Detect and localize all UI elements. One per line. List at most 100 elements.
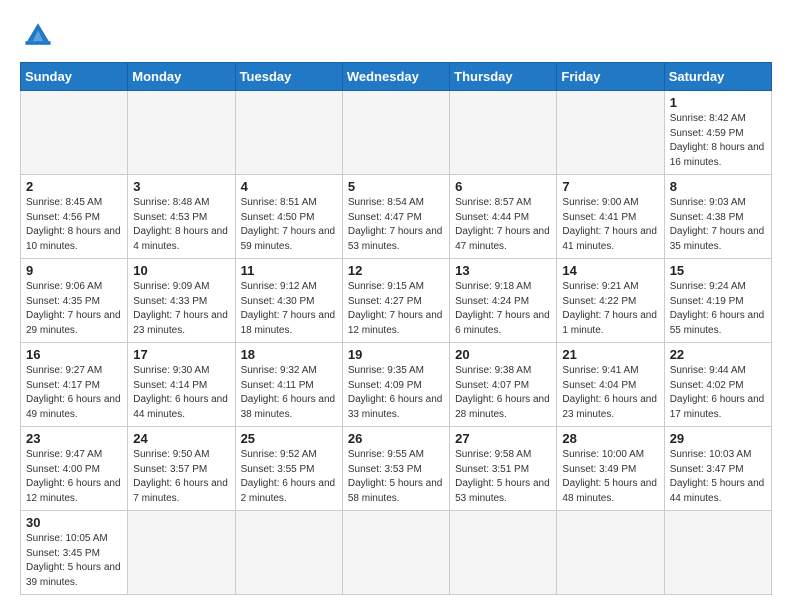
calendar-day-cell <box>235 91 342 175</box>
calendar-day-cell <box>450 511 557 595</box>
calendar-day-cell: 27 Sunrise: 9:58 AM Sunset: 3:51 PM Dayli… <box>450 427 557 511</box>
calendar-day-cell: 30 Sunrise: 10:05 AM Sunset: 3:45 PM Dayl… <box>21 511 128 595</box>
calendar-day-cell: 4 Sunrise: 8:51 AM Sunset: 4:50 PM Daylig… <box>235 175 342 259</box>
calendar-day-cell: 16Sunrise: 9:27 AM Sunset: 4:17 PM Dayli… <box>21 343 128 427</box>
day-info: Sunrise: 9:09 AM Sunset: 4:33 PM Dayligh… <box>133 280 229 338</box>
calendar-day-cell <box>664 511 771 595</box>
day-number: 6 <box>455 179 551 194</box>
calendar-day-cell: 10 Sunrise: 9:09 AM Sunset: 4:33 PM Dayli… <box>128 259 235 343</box>
calendar-day-cell: 14 Sunrise: 9:21 AM Sunset: 4:22 PM Dayli… <box>557 259 664 343</box>
calendar-week-row: 2 Sunrise: 8:45 AM Sunset: 4:56 PM Daylig… <box>21 175 772 259</box>
calendar-day-cell <box>557 91 664 175</box>
day-number: 29 <box>670 431 766 446</box>
calendar-day-cell <box>21 91 128 175</box>
day-number: 4 <box>241 179 337 194</box>
calendar-day-cell <box>235 511 342 595</box>
day-info: Sunrise: 9:21 AM Sunset: 4:22 PM Dayligh… <box>562 280 658 338</box>
calendar-day-cell <box>450 91 557 175</box>
calendar-day-cell: 5 Sunrise: 8:54 AM Sunset: 4:47 PM Daylig… <box>342 175 449 259</box>
day-number: 30 <box>26 515 122 530</box>
header <box>20 16 772 52</box>
calendar-day-cell: 26Sunrise: 9:55 AM Sunset: 3:53 PM Dayli… <box>342 427 449 511</box>
day-info: Sunrise: 9:52 AM Sunset: 3:55 PM Dayligh… <box>241 448 337 506</box>
calendar-day-cell: 21 Sunrise: 9:41 AM Sunset: 4:04 PM Dayli… <box>557 343 664 427</box>
day-number: 15 <box>670 263 766 278</box>
calendar-day-header: Tuesday <box>235 63 342 91</box>
calendar-day-cell <box>342 511 449 595</box>
calendar-day-cell: 9 Sunrise: 9:06 AM Sunset: 4:35 PM Daylig… <box>21 259 128 343</box>
calendar-table: SundayMondayTuesdayWednesdayThursdayFrid… <box>20 62 772 595</box>
calendar-day-cell: 22 Sunrise: 9:44 AM Sunset: 4:02 PM Dayli… <box>664 343 771 427</box>
day-info: Sunrise: 9:03 AM Sunset: 4:38 PM Dayligh… <box>670 196 766 254</box>
day-info: Sunrise: 9:32 AM Sunset: 4:11 PM Dayligh… <box>241 364 337 422</box>
logo-icon <box>20 16 56 52</box>
day-info: Sunrise: 8:57 AM Sunset: 4:44 PM Dayligh… <box>455 196 551 254</box>
day-number: 27 <box>455 431 551 446</box>
day-number: 9 <box>26 263 122 278</box>
day-info: Sunrise: 9:41 AM Sunset: 4:04 PM Dayligh… <box>562 364 658 422</box>
day-number: 25 <box>241 431 337 446</box>
calendar-day-cell: 12Sunrise: 9:15 AM Sunset: 4:27 PM Dayli… <box>342 259 449 343</box>
day-number: 7 <box>562 179 658 194</box>
day-number: 26 <box>348 431 444 446</box>
day-info: Sunrise: 9:12 AM Sunset: 4:30 PM Dayligh… <box>241 280 337 338</box>
page: SundayMondayTuesdayWednesdayThursdayFrid… <box>0 0 792 611</box>
day-number: 17 <box>133 347 229 362</box>
day-number: 24 <box>133 431 229 446</box>
calendar-week-row: 30 Sunrise: 10:05 AM Sunset: 3:45 PM Dayl… <box>21 511 772 595</box>
day-number: 5 <box>348 179 444 194</box>
day-info: Sunrise: 9:38 AM Sunset: 4:07 PM Dayligh… <box>455 364 551 422</box>
day-number: 28 <box>562 431 658 446</box>
calendar-day-header: Monday <box>128 63 235 91</box>
day-info: Sunrise: 8:48 AM Sunset: 4:53 PM Dayligh… <box>133 196 229 254</box>
calendar-week-row: 16Sunrise: 9:27 AM Sunset: 4:17 PM Dayli… <box>21 343 772 427</box>
calendar-day-cell: 7 Sunrise: 9:00 AM Sunset: 4:41 PM Daylig… <box>557 175 664 259</box>
calendar-day-cell: 18 Sunrise: 9:32 AM Sunset: 4:11 PM Dayli… <box>235 343 342 427</box>
calendar-day-cell <box>128 91 235 175</box>
day-number: 18 <box>241 347 337 362</box>
day-number: 14 <box>562 263 658 278</box>
day-info: Sunrise: 9:15 AM Sunset: 4:27 PM Dayligh… <box>348 280 444 338</box>
day-info: Sunrise: 9:58 AM Sunset: 3:51 PM Dayligh… <box>455 448 551 506</box>
calendar-day-cell: 2 Sunrise: 8:45 AM Sunset: 4:56 PM Daylig… <box>21 175 128 259</box>
day-info: Sunrise: 9:24 AM Sunset: 4:19 PM Dayligh… <box>670 280 766 338</box>
calendar-day-cell: 29 Sunrise: 10:03 AM Sunset: 3:47 PM Dayl… <box>664 427 771 511</box>
calendar-day-cell: 3 Sunrise: 8:48 AM Sunset: 4:53 PM Daylig… <box>128 175 235 259</box>
day-info: Sunrise: 10:03 AM Sunset: 3:47 PM Daylig… <box>670 448 766 506</box>
day-number: 1 <box>670 95 766 110</box>
calendar-week-row: 1Sunrise: 8:42 AM Sunset: 4:59 PM Daylig… <box>21 91 772 175</box>
calendar-day-cell <box>557 511 664 595</box>
day-number: 10 <box>133 263 229 278</box>
calendar-day-cell: 28Sunrise: 10:00 AM Sunset: 3:49 PM Dayl… <box>557 427 664 511</box>
day-info: Sunrise: 8:54 AM Sunset: 4:47 PM Dayligh… <box>348 196 444 254</box>
calendar-day-cell <box>342 91 449 175</box>
day-info: Sunrise: 10:05 AM Sunset: 3:45 PM Daylig… <box>26 532 122 590</box>
day-info: Sunrise: 9:44 AM Sunset: 4:02 PM Dayligh… <box>670 364 766 422</box>
day-number: 22 <box>670 347 766 362</box>
calendar-day-cell: 11 Sunrise: 9:12 AM Sunset: 4:30 PM Dayli… <box>235 259 342 343</box>
day-number: 3 <box>133 179 229 194</box>
calendar-day-header: Thursday <box>450 63 557 91</box>
calendar-day-cell <box>128 511 235 595</box>
calendar-day-cell: 13Sunrise: 9:18 AM Sunset: 4:24 PM Dayli… <box>450 259 557 343</box>
day-number: 13 <box>455 263 551 278</box>
calendar-day-cell: 15 Sunrise: 9:24 AM Sunset: 4:19 PM Dayli… <box>664 259 771 343</box>
calendar-week-row: 9 Sunrise: 9:06 AM Sunset: 4:35 PM Daylig… <box>21 259 772 343</box>
calendar-day-cell: 25 Sunrise: 9:52 AM Sunset: 3:55 PM Dayli… <box>235 427 342 511</box>
calendar-day-header: Friday <box>557 63 664 91</box>
day-number: 20 <box>455 347 551 362</box>
day-number: 2 <box>26 179 122 194</box>
day-info: Sunrise: 9:00 AM Sunset: 4:41 PM Dayligh… <box>562 196 658 254</box>
day-info: Sunrise: 8:51 AM Sunset: 4:50 PM Dayligh… <box>241 196 337 254</box>
calendar-week-row: 23Sunrise: 9:47 AM Sunset: 4:00 PM Dayli… <box>21 427 772 511</box>
day-number: 11 <box>241 263 337 278</box>
day-info: Sunrise: 8:45 AM Sunset: 4:56 PM Dayligh… <box>26 196 122 254</box>
day-info: Sunrise: 9:06 AM Sunset: 4:35 PM Dayligh… <box>26 280 122 338</box>
day-info: Sunrise: 9:27 AM Sunset: 4:17 PM Dayligh… <box>26 364 122 422</box>
day-info: Sunrise: 9:30 AM Sunset: 4:14 PM Dayligh… <box>133 364 229 422</box>
day-number: 21 <box>562 347 658 362</box>
calendar-day-cell: 19Sunrise: 9:35 AM Sunset: 4:09 PM Dayli… <box>342 343 449 427</box>
calendar-day-header: Wednesday <box>342 63 449 91</box>
calendar-day-cell: 6 Sunrise: 8:57 AM Sunset: 4:44 PM Daylig… <box>450 175 557 259</box>
day-info: Sunrise: 9:35 AM Sunset: 4:09 PM Dayligh… <box>348 364 444 422</box>
